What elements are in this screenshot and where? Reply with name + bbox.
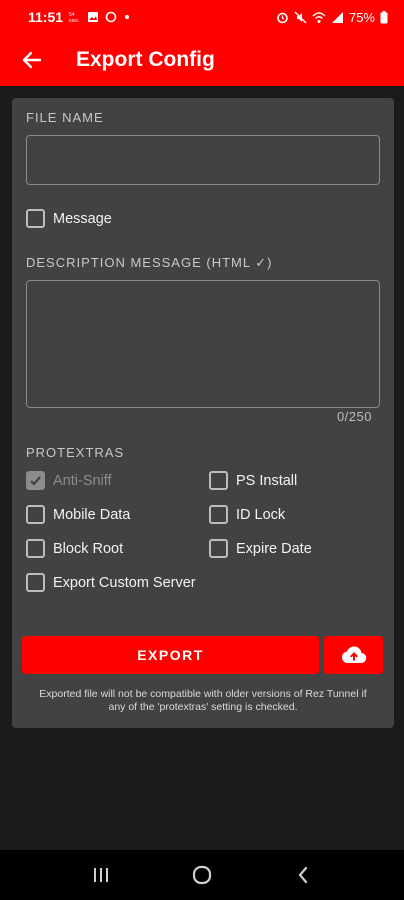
anti-sniff-checkbox-box bbox=[26, 471, 45, 490]
export-button[interactable]: EXPORT bbox=[22, 636, 319, 674]
character-counter: 0/250 bbox=[336, 409, 372, 424]
system-nav-bar bbox=[0, 850, 404, 900]
home-icon bbox=[192, 865, 212, 885]
back-nav-button[interactable] bbox=[281, 853, 325, 897]
block-root-label: Block Root bbox=[53, 540, 124, 557]
app-bar: Export Config bbox=[0, 34, 404, 86]
anti-sniff-checkbox: Anti-Sniff bbox=[26, 471, 112, 490]
export-config-card: FILE NAME Message DESCRIPTION MESSAGE (H… bbox=[12, 98, 394, 728]
data-speed-icon: 54KB/s bbox=[69, 12, 79, 23]
home-button[interactable] bbox=[180, 853, 224, 897]
check-icon bbox=[30, 476, 41, 486]
page-title: Export Config bbox=[76, 48, 215, 71]
id-lock-checkbox[interactable]: ID Lock bbox=[209, 505, 285, 524]
compatibility-note: Exported file will not be compatible wit… bbox=[39, 688, 367, 713]
ps-install-checkbox-box[interactable] bbox=[209, 471, 228, 490]
expire-date-checkbox[interactable]: Expire Date bbox=[209, 539, 312, 558]
description-textarea[interactable] bbox=[26, 280, 380, 408]
cloud-upload-button[interactable] bbox=[324, 636, 383, 674]
message-checkbox-box[interactable] bbox=[26, 209, 45, 228]
block-root-checkbox-box[interactable] bbox=[26, 539, 45, 558]
alarm-icon bbox=[277, 12, 288, 23]
ps-install-checkbox[interactable]: PS Install bbox=[209, 471, 297, 490]
image-icon bbox=[88, 12, 99, 22]
file-name-label: FILE NAME bbox=[26, 110, 104, 125]
message-checkbox[interactable]: Message bbox=[26, 209, 112, 228]
mobile-data-checkbox[interactable]: Mobile Data bbox=[26, 505, 130, 524]
message-checkbox-label: Message bbox=[53, 210, 112, 227]
sync-icon bbox=[105, 11, 117, 23]
wifi-icon bbox=[312, 11, 326, 23]
anti-sniff-label: Anti-Sniff bbox=[53, 472, 112, 489]
expire-date-checkbox-box[interactable] bbox=[209, 539, 228, 558]
svg-text:KB/s: KB/s bbox=[69, 18, 79, 23]
export-custom-server-checkbox[interactable]: Export Custom Server bbox=[26, 573, 196, 592]
status-time: 11:51 bbox=[28, 9, 64, 25]
dot-icon bbox=[125, 15, 130, 19]
battery-percent: 75% bbox=[348, 9, 375, 25]
export-custom-server-checkbox-box[interactable] bbox=[26, 573, 45, 592]
arrow-back-icon bbox=[22, 51, 42, 69]
mute-icon bbox=[294, 11, 307, 23]
recents-icon bbox=[93, 868, 108, 882]
mobile-data-label: Mobile Data bbox=[53, 506, 131, 523]
protextras-label: PROTEXTRAS bbox=[26, 445, 125, 460]
block-root-checkbox[interactable]: Block Root bbox=[26, 539, 123, 558]
chevron-left-icon bbox=[298, 866, 308, 884]
expire-date-label: Expire Date bbox=[236, 540, 312, 557]
id-lock-checkbox-box[interactable] bbox=[209, 505, 228, 524]
signal-icon bbox=[331, 11, 343, 23]
mobile-data-checkbox-box[interactable] bbox=[26, 505, 45, 524]
export-custom-server-label: Export Custom Server bbox=[53, 574, 196, 591]
ps-install-label: PS Install bbox=[236, 472, 298, 489]
description-label: DESCRIPTION MESSAGE (HTML ✓) bbox=[26, 255, 273, 270]
cloud-upload-icon bbox=[341, 646, 366, 664]
id-lock-label: ID Lock bbox=[236, 506, 286, 523]
status-bar: 11:51 54 KB/s 75% bbox=[0, 0, 404, 34]
file-name-input[interactable] bbox=[26, 135, 380, 185]
recents-button[interactable] bbox=[79, 853, 123, 897]
battery-icon bbox=[380, 10, 388, 23]
back-button[interactable] bbox=[10, 38, 54, 82]
